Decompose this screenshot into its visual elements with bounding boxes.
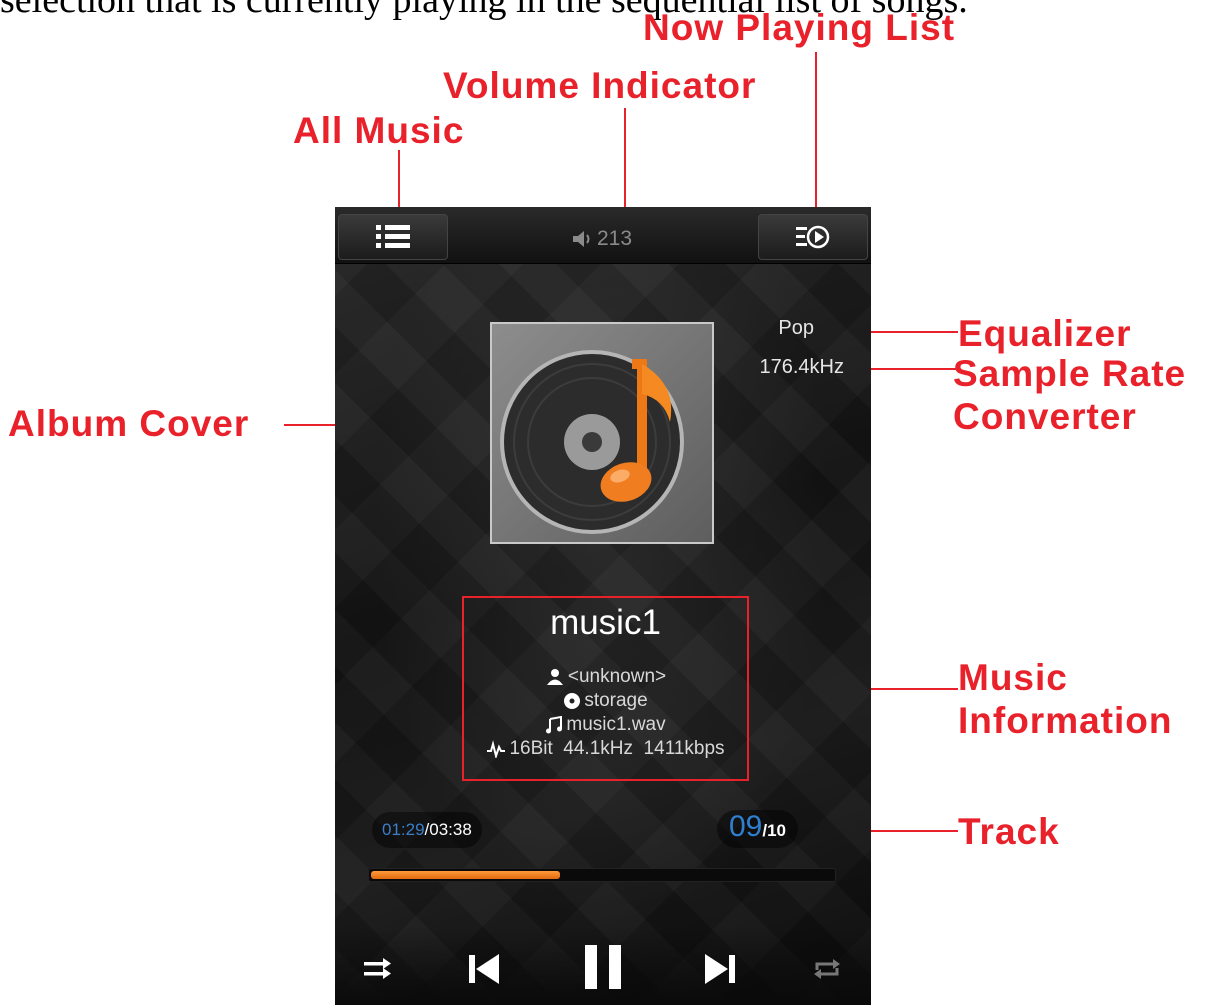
repeat-button[interactable] <box>805 947 849 991</box>
person-icon <box>546 669 563 685</box>
music-information: music1 <unknown> storage music1.wav 16Bi… <box>462 596 749 781</box>
track-counter: 09 /10 <box>717 810 799 848</box>
pause-button[interactable] <box>575 937 631 997</box>
progress-bar[interactable] <box>368 868 836 882</box>
artist-row: <unknown> <box>464 665 747 689</box>
pause-icon <box>585 945 621 989</box>
audio-format: 16Bit 44.1kHz 1411kbps <box>509 738 725 759</box>
shuffle-button[interactable] <box>355 947 399 991</box>
next-icon <box>705 954 735 984</box>
callout-music-information-line1: Music <box>958 657 1068 698</box>
callout-all-music: All Music <box>293 110 465 151</box>
file-row: music1.wav <box>464 713 747 737</box>
shuffle-icon <box>364 958 391 979</box>
sample-rate-value[interactable]: 176.4kHz <box>760 356 845 379</box>
callout-album-cover: Album Cover <box>8 403 250 444</box>
disc-icon <box>564 693 581 709</box>
current-time: 01:29 <box>382 820 425 839</box>
file-name: music1.wav <box>566 714 666 735</box>
track-number: 09 <box>729 810 763 843</box>
playlist-play-icon <box>796 225 830 249</box>
all-music-button[interactable] <box>338 214 448 260</box>
playback-time: 01:29 /03:38 <box>372 812 482 848</box>
total-time: /03:38 <box>424 820 472 839</box>
album-name: storage <box>584 690 648 711</box>
playback-controls <box>335 927 871 1005</box>
album-row: storage <box>464 689 747 713</box>
callout-music-information: Music Information <box>958 656 1172 742</box>
callout-sample-rate: Sample Rate Converter <box>953 352 1186 438</box>
callout-music-information-line2: Information <box>958 700 1173 741</box>
music-player-screen: 213 Pop 176.4kHz music1 <unknown> storag… <box>335 207 871 1005</box>
top-bar: 213 <box>335 207 871 264</box>
equalizer-value[interactable]: Pop <box>778 317 814 340</box>
list-icon <box>376 225 410 248</box>
callout-equalizer: Equalizer <box>958 313 1132 354</box>
volume-indicator: 213 <box>571 227 632 251</box>
next-button[interactable] <box>695 943 747 995</box>
format-row: 16Bit 44.1kHz 1411kbps <box>464 737 747 761</box>
callout-track: Track <box>958 811 1060 852</box>
previous-icon <box>469 954 499 984</box>
waveform-icon <box>487 740 506 758</box>
song-title: music1 <box>550 603 661 642</box>
speaker-icon <box>573 231 590 247</box>
callout-sample-rate-line2: Converter <box>953 396 1137 437</box>
track-total: /10 <box>762 821 787 840</box>
previous-button[interactable] <box>457 943 509 995</box>
music-note-icon <box>546 716 563 734</box>
disc-music-note-icon <box>500 350 684 534</box>
callout-now-playing-list: Now Playing List <box>643 7 956 48</box>
repeat-icon <box>814 959 840 979</box>
volume-value: 213 <box>597 227 633 250</box>
callout-sample-rate-line1: Sample Rate <box>953 353 1187 394</box>
artist-name: <unknown> <box>567 666 667 687</box>
callout-volume-indicator: Volume Indicator <box>443 65 757 106</box>
leader-now-playing <box>815 52 817 228</box>
album-cover <box>490 322 714 544</box>
now-playing-list-button[interactable] <box>758 214 868 260</box>
progress-fill <box>371 871 560 879</box>
